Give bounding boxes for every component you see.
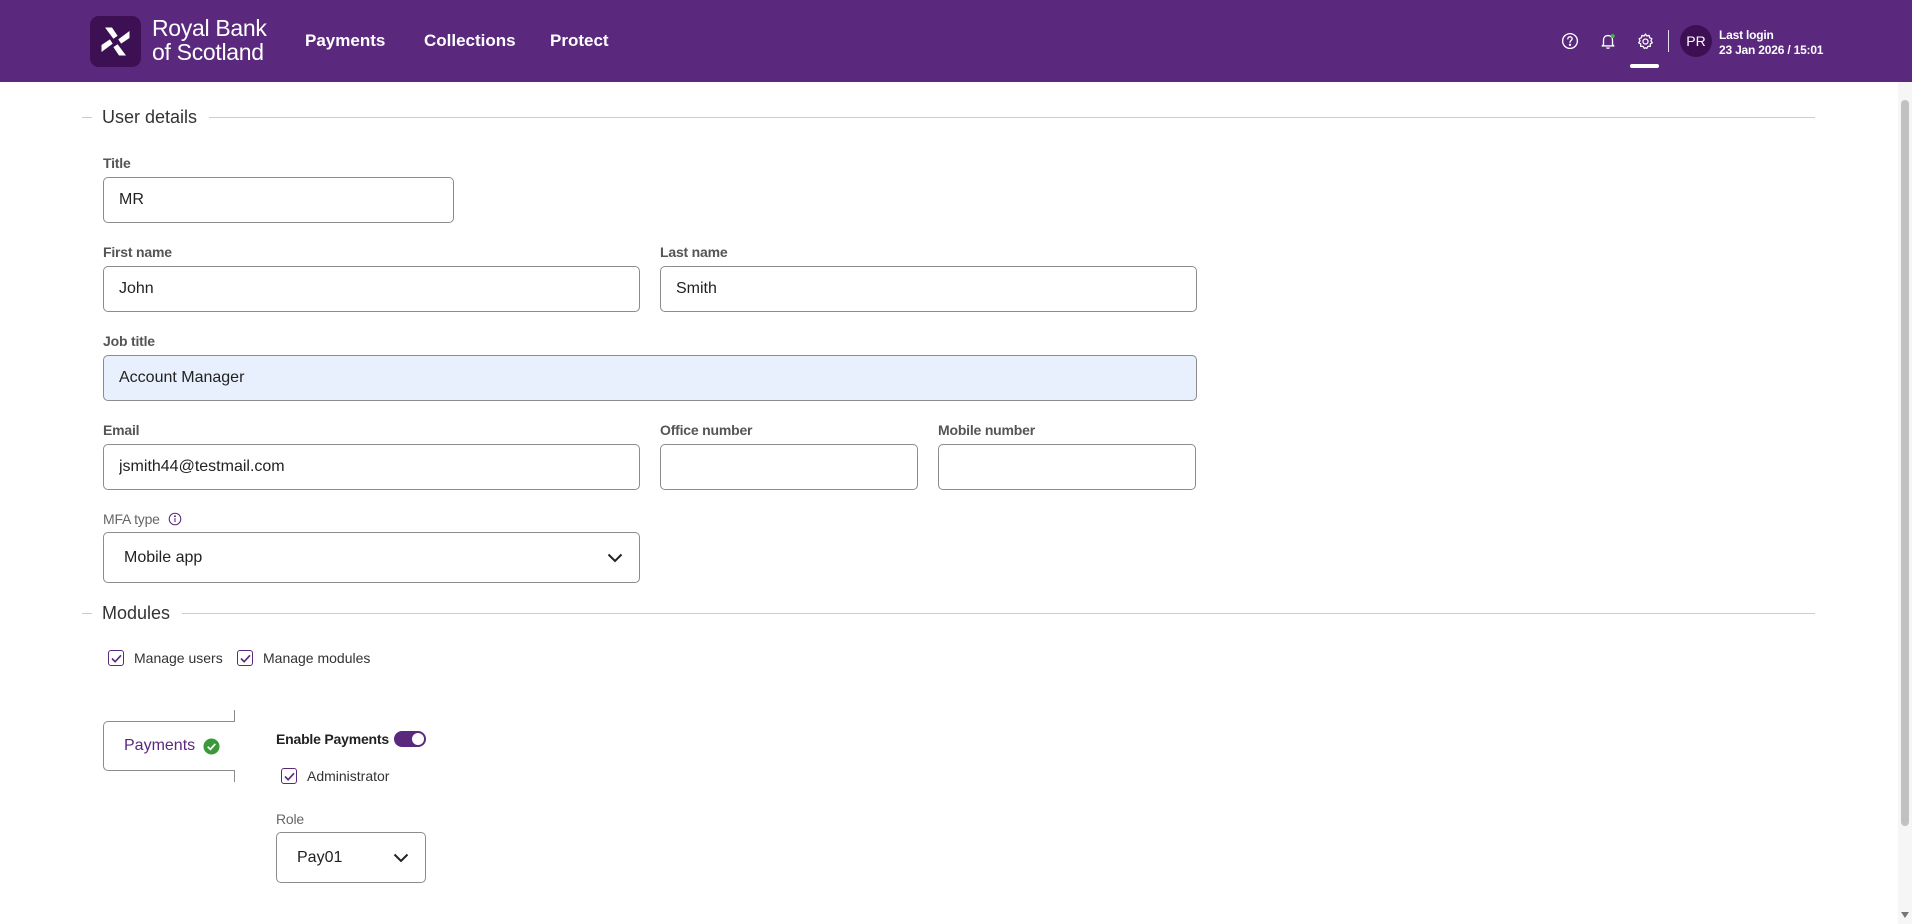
mobile-number-label: Mobile number [938,422,1035,438]
checkbox-box[interactable] [281,768,297,784]
scrollbar-thumb[interactable] [1901,100,1909,826]
chevron-down-icon [607,553,623,563]
manage-modules-label: Manage modules [263,650,371,666]
manage-users-label: Manage users [134,650,223,666]
office-number-label: Office number [660,422,753,438]
check-circle-icon [203,737,220,755]
nav-protect[interactable]: Protect [550,0,609,82]
role-label: Role [276,811,304,827]
nav-collections[interactable]: Collections [424,0,516,82]
checkbox-box[interactable] [237,650,253,666]
gear-icon[interactable] [1634,30,1656,52]
first-name-label: First name [103,244,172,260]
last-name-label: Last name [660,244,728,260]
scroll-down-arrow-icon[interactable] [1901,912,1909,918]
administrator-label: Administrator [307,768,390,784]
chevron-down-icon [393,853,409,863]
app-header: Royal Bank of Scotland Payments Collecti… [0,0,1912,82]
mfa-type-value: Mobile app [124,548,203,566]
title-label: Title [103,155,131,171]
modules-heading: Modules [92,603,183,624]
modules-divider [82,613,1815,614]
brand-line-2: of Scotland [152,39,264,65]
help-icon[interactable] [1559,30,1581,52]
role-value: Pay01 [297,848,343,866]
tab-connector-bottom [234,770,235,782]
role-select[interactable]: Pay01 [276,832,426,883]
job-title-input[interactable] [103,355,1197,401]
job-title-label: Job title [103,333,155,349]
info-icon[interactable] [168,512,182,526]
email-input[interactable] [103,444,640,490]
avatar[interactable]: PR [1680,25,1712,57]
user-details-divider [82,117,1815,118]
mfa-type-label-text: MFA type [103,511,160,527]
nav-payments[interactable]: Payments [305,0,385,82]
mfa-type-select[interactable]: Mobile app [103,532,640,583]
last-login-value: 23 Jan 2026 / 15:01 [1719,43,1824,57]
email-label: Email [103,422,140,438]
header-divider [1668,30,1669,52]
bell-icon[interactable] [1597,30,1619,52]
enable-payments-toggle[interactable] [394,731,426,747]
manage-modules-checkbox[interactable]: Manage modules [237,650,370,666]
last-login-info: Last login 23 Jan 2026 / 15:01 [1719,28,1823,58]
page-scrollbar[interactable] [1898,82,1912,924]
mfa-type-label: MFA type [103,511,182,527]
brand-line-1: Royal Bank [152,15,267,41]
manage-users-checkbox[interactable]: Manage users [108,650,223,666]
tab-payments-label: Payments [124,737,196,754]
user-details-heading: User details [92,107,210,128]
office-number-input[interactable] [660,444,918,490]
tab-payments[interactable]: Payments [103,721,235,771]
first-name-input[interactable] [103,266,640,312]
last-login-label: Last login [1719,28,1774,42]
administrator-checkbox[interactable]: Administrator [281,768,389,784]
mobile-number-input[interactable] [938,444,1196,490]
active-settings-indicator [1630,64,1659,68]
last-name-input[interactable] [660,266,1197,312]
checkbox-box[interactable] [108,650,124,666]
enable-payments-label: Enable Payments [276,731,389,747]
brand-name[interactable]: Royal Bank of Scotland [152,16,267,64]
title-input[interactable] [103,177,454,223]
rbs-logo-icon[interactable] [90,16,141,67]
